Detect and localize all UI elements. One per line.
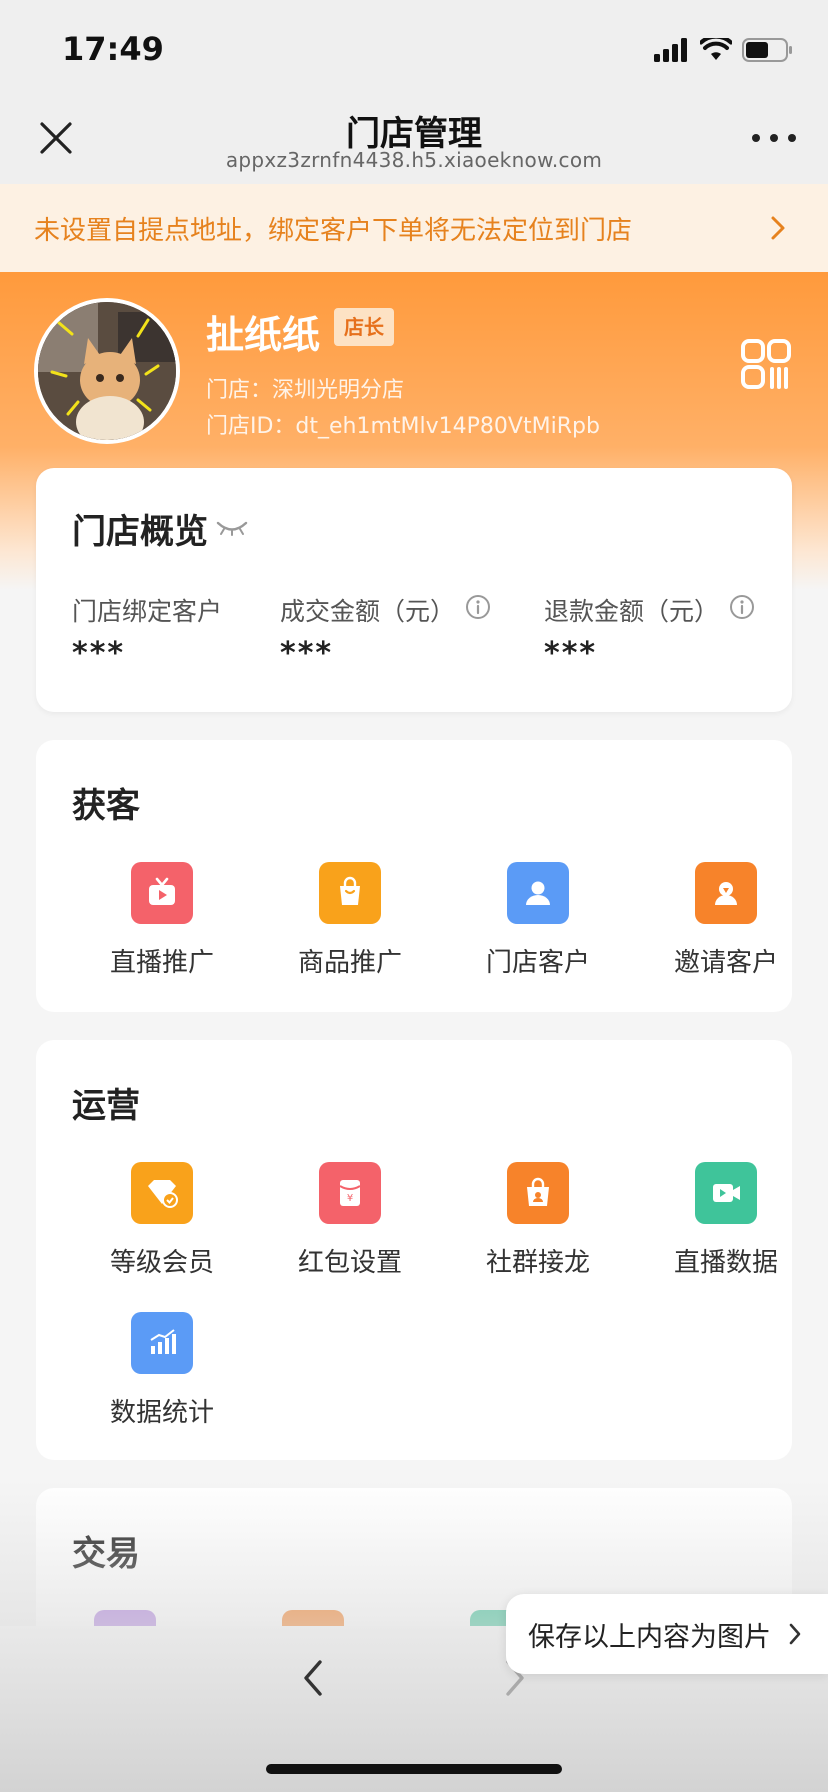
svg-text:¥: ¥ [347,1193,353,1204]
store-name: 门店：深圳光明分店 [206,378,405,403]
save-as-image-label: 保存以上内容为图片 [528,1621,771,1653]
metric-value: *** [544,636,598,671]
operate-card: 运营 等级会员 ¥ 红包设置 社群接龙 直播数据 数据统计 [36,1040,792,1460]
bar-chart-icon [131,1312,193,1374]
grid-item-level-member[interactable]: 等级会员 [72,1162,260,1282]
operate-grid: 等级会员 ¥ 红包设置 社群接龙 直播数据 数据统计 [36,1162,792,1462]
metric-refund-amount: 退款金额（元） *** [544,592,755,671]
grid-label: 直播数据 [673,1248,778,1278]
signal-icon [654,38,687,62]
metric-label: 门店绑定客户 [72,597,223,626]
status-time: 17:49 [62,30,164,68]
status-icons [654,36,794,64]
user-name: 扯纸纸 [206,313,321,357]
user-icon [507,862,569,924]
grid-item-community-relay[interactable]: 社群接龙 [448,1162,636,1282]
metric-deal-amount: 成交金额（元） *** [280,592,491,671]
metric-bound-customers: 门店绑定客户 *** [72,592,222,671]
community-bag-icon [507,1162,569,1224]
wifi-icon [700,38,732,60]
more-options-button[interactable] [752,118,796,158]
grid-label: 门店客户 [485,948,590,978]
metric-label: 成交金额（元） [280,597,456,626]
metric-label-row: 成交金额（元） [280,592,491,628]
back-arrow-icon[interactable] [298,1656,328,1700]
section-title-acquire: 获客 [72,786,140,826]
hide-eye-icon[interactable] [216,520,248,536]
member-diamond-icon [131,1162,193,1224]
invite-user-icon [695,862,757,924]
metric-value: *** [280,636,334,671]
grid-item-product-promo[interactable]: 商品推广 [260,862,448,982]
avatar[interactable] [34,298,180,444]
red-envelope-icon: ¥ [319,1162,381,1224]
qr-code-icon[interactable] [740,338,792,390]
metric-value: *** [72,636,126,671]
dot-icon [752,134,760,142]
dot-icon [788,134,796,142]
grid-item-live-data[interactable]: 直播数据 [636,1162,824,1282]
grid-item-invite-customers[interactable]: 邀请客户 [636,862,824,982]
grid-label: 等级会员 [109,1248,214,1278]
store-id: 门店ID：dt_eh1mtMlv14P80VtMiRpb [206,414,600,439]
nav-bar: 门店管理 appxz3zrnfn4438.h5.xiaoeknow.com [0,96,828,184]
shopping-bag-icon [319,862,381,924]
acquire-card: 获客 直播推广 商品推广 门店客户 邀请客户 [36,740,792,1012]
grid-label: 红包设置 [297,1248,402,1278]
grid-label: 数据统计 [109,1398,214,1428]
overview-title: 门店概览 [72,512,208,552]
page-url: appxz3zrnfn4438.h5.xiaoeknow.com [225,148,603,172]
section-title-operate: 运营 [72,1086,140,1126]
grid-item-data-stats[interactable]: 数据统计 [72,1312,260,1432]
metric-label-row: 退款金额（元） [544,592,755,628]
info-icon[interactable] [465,594,491,620]
grid-item-red-envelope[interactable]: ¥ 红包设置 [260,1162,448,1282]
grid-label: 社群接龙 [485,1248,590,1278]
chevron-right-icon [771,216,785,240]
section-title-trade: 交易 [72,1534,140,1574]
pickup-notice-banner[interactable]: 未设置自提点地址，绑定客户下单将无法定位到门店 [0,184,828,272]
live-tv-icon [131,862,193,924]
notice-text: 未设置自提点地址，绑定客户下单将无法定位到门店 [34,215,633,246]
grid-label: 直播推广 [109,948,214,978]
battery-icon [742,38,792,62]
save-as-image-button[interactable]: 保存以上内容为图片 [506,1594,828,1674]
status-bar: 17:49 [0,0,828,96]
chevron-right-icon [789,1623,801,1645]
grid-label: 邀请客户 [673,948,778,978]
grid-item-live-promo[interactable]: 直播推广 [72,862,260,982]
cat-avatar-image [38,302,176,440]
info-icon[interactable] [729,594,755,620]
home-indicator [266,1764,562,1774]
dot-icon [770,134,778,142]
grid-label: 商品推广 [297,948,402,978]
store-overview-card: 门店概览 门店绑定客户 *** 成交金额（元） *** 退款金额（元） *** [36,468,792,712]
video-camera-icon [695,1162,757,1224]
metric-label: 退款金额（元） [544,597,720,626]
role-badge: 店长 [334,308,394,346]
grid-item-store-customers[interactable]: 门店客户 [448,862,636,982]
